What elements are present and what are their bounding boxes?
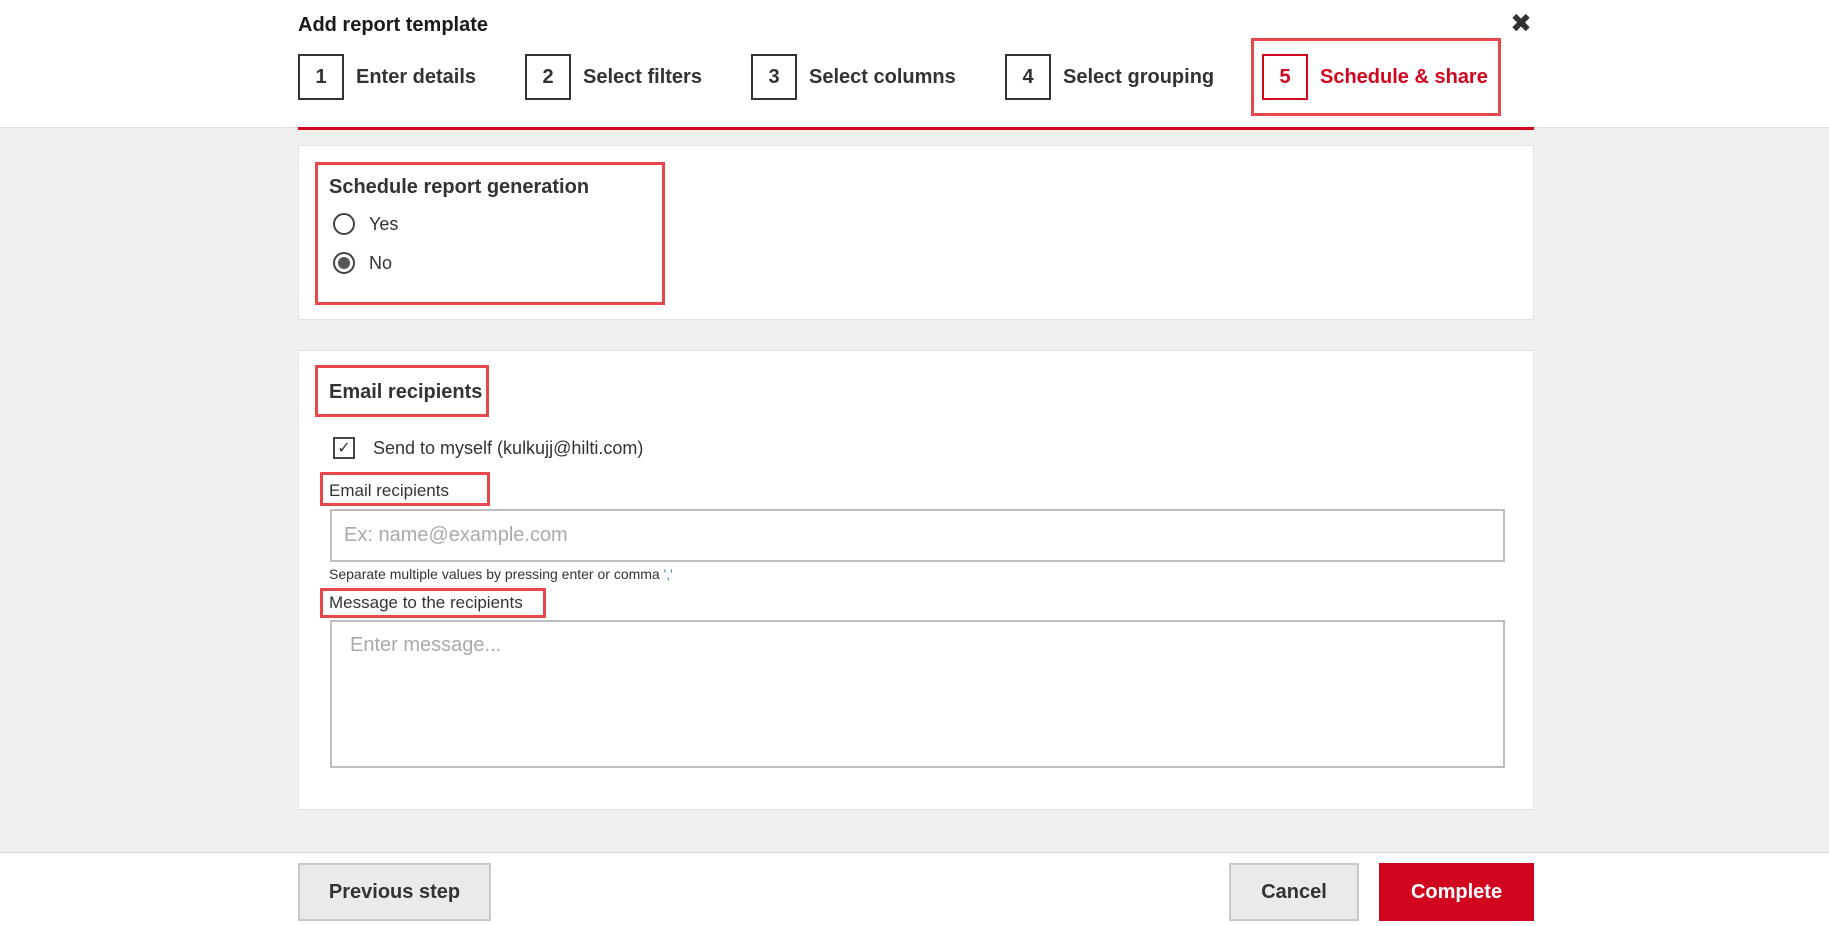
schedule-title: Schedule report generation	[329, 176, 590, 198]
step-select-filters[interactable]: 2 Select filters	[525, 52, 702, 102]
step-select-grouping[interactable]: 4 Select grouping	[1005, 52, 1214, 102]
radio-yes[interactable]: Yes	[333, 213, 398, 235]
step-number: 2	[525, 54, 571, 100]
previous-step-button[interactable]: Previous step	[298, 863, 491, 921]
step-label: Select filters	[583, 65, 702, 88]
step-number: 1	[298, 54, 344, 100]
step-number: 5	[1262, 54, 1308, 100]
radio-circle[interactable]	[333, 252, 355, 274]
cancel-button[interactable]: Cancel	[1229, 863, 1359, 921]
check-icon: ✓	[337, 440, 351, 457]
step-label: Schedule & share	[1320, 65, 1488, 88]
email-section-title: Email recipients	[329, 381, 483, 403]
close-icon[interactable]: ✖	[1508, 10, 1534, 36]
dialog-title: Add report template	[298, 14, 489, 36]
step-enter-details[interactable]: 1 Enter details	[298, 52, 476, 102]
radio-label: No	[369, 252, 393, 273]
help-text-comma: ','	[663, 566, 673, 582]
radio-circle[interactable]	[333, 213, 355, 235]
radio-label: Yes	[369, 213, 399, 234]
send-to-myself[interactable]: ✓ Send to myself (kulkujj@hilti.com)	[333, 437, 643, 459]
stepper-progress-line	[298, 127, 1534, 130]
dialog-footer: Previous step Cancel Complete	[0, 852, 1829, 926]
help-text-main: Separate multiple values by pressing ent…	[329, 566, 660, 582]
checkbox[interactable]: ✓	[333, 437, 355, 459]
step-label: Select columns	[809, 65, 956, 88]
step-schedule-share[interactable]: 5 Schedule & share	[1262, 52, 1488, 102]
email-recipients-input[interactable]	[330, 509, 1505, 562]
step-number: 3	[751, 54, 797, 100]
message-label: Message to the recipients	[329, 593, 523, 612]
schedule-card: Schedule report generation Yes No	[298, 145, 1534, 320]
step-label: Enter details	[356, 65, 477, 88]
help-text: Separate multiple values by pressing ent…	[329, 566, 673, 582]
radio-no[interactable]: No	[333, 252, 392, 274]
stepper: 1 Enter details 2 Select filters 3 Selec…	[298, 52, 1534, 132]
step-select-columns[interactable]: 3 Select columns	[751, 52, 956, 102]
step-number: 4	[1005, 54, 1051, 100]
send-to-myself-label: Send to myself (kulkujj@hilti.com)	[373, 437, 644, 458]
email-recipients-label: Email recipients	[329, 481, 449, 500]
email-card: Email recipients ✓ Send to myself (kulku…	[298, 350, 1534, 810]
message-textarea[interactable]	[330, 620, 1505, 768]
step-label: Select grouping	[1063, 65, 1215, 88]
complete-button[interactable]: Complete	[1379, 863, 1534, 921]
